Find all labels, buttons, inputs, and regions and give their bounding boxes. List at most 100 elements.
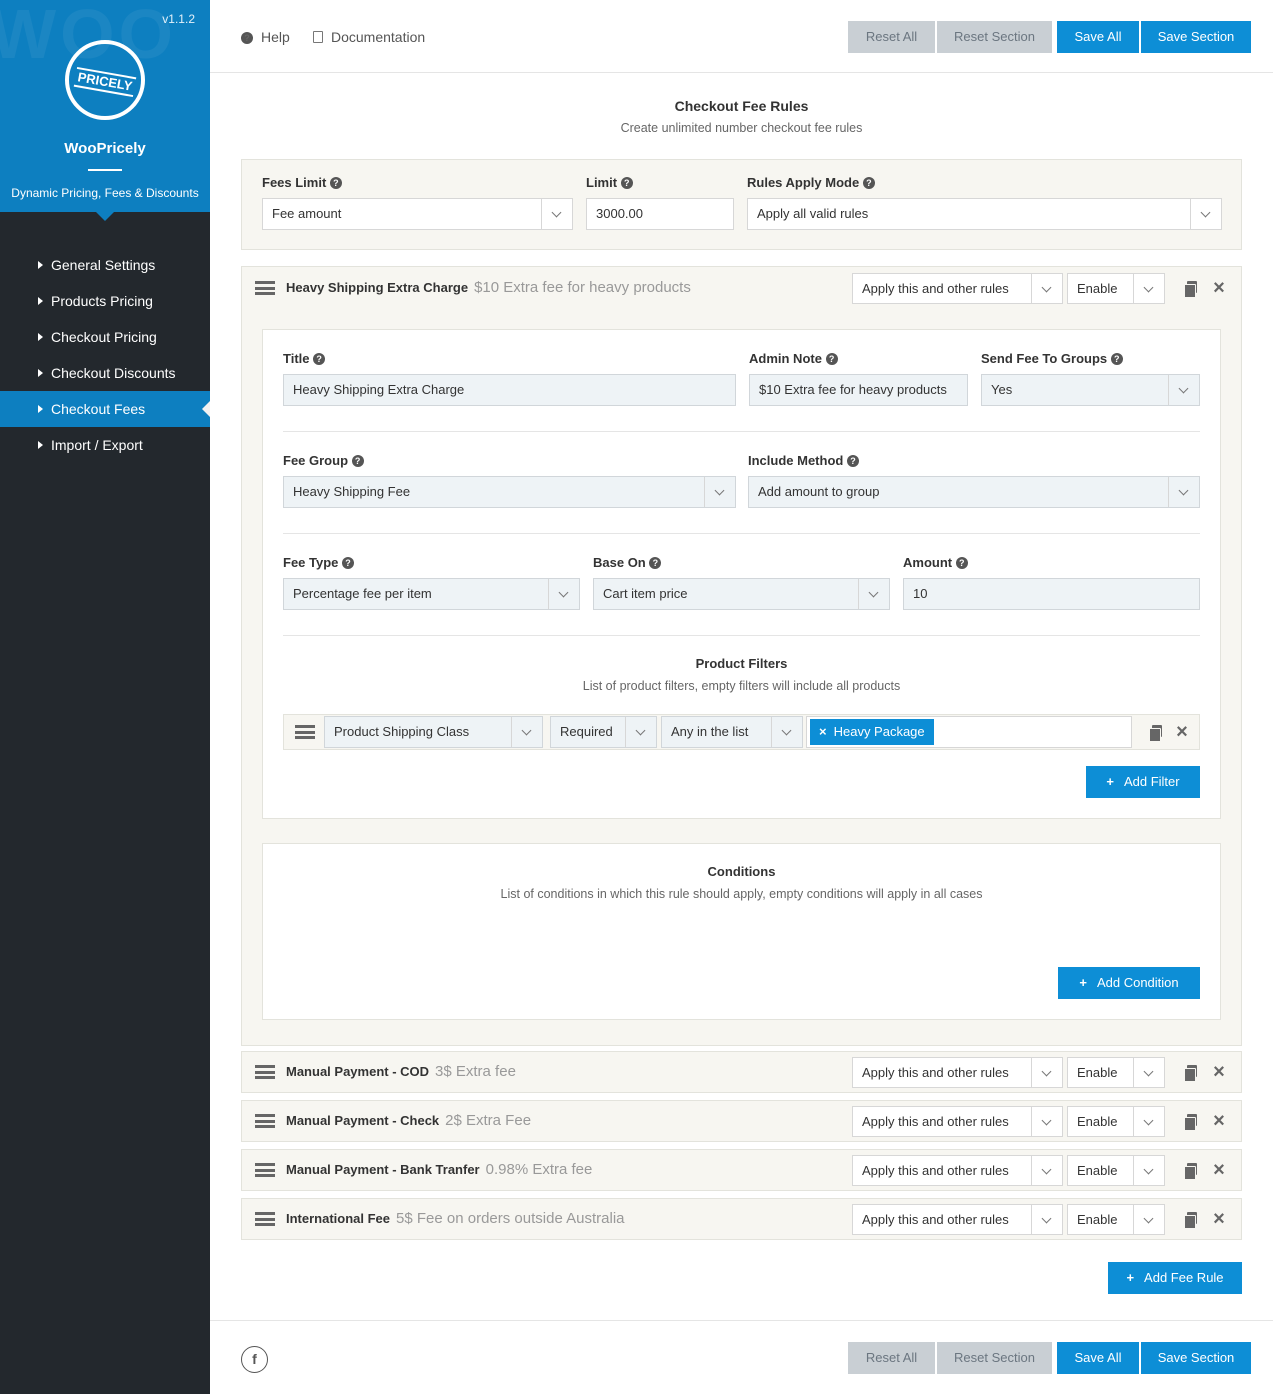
help-link[interactable]: ? Help xyxy=(241,29,290,45)
save-all-button[interactable]: Save All xyxy=(1057,21,1139,53)
save-section-button[interactable]: Save Section xyxy=(1141,1342,1251,1374)
rule-panel-collapsed[interactable]: Manual Payment - Check 2$ Extra Fee Apply… xyxy=(241,1100,1242,1142)
conditions-subtitle: List of conditions in which this rule sh… xyxy=(500,887,983,901)
rule-apply-select[interactable]: Apply this and other rules xyxy=(852,1155,1063,1186)
send-groups-label: Send Fee To Groups ? xyxy=(981,351,1123,366)
rule-apply-select[interactable]: Apply this and other rules xyxy=(852,1057,1063,1088)
sidebar-item-products-pricing[interactable]: Products Pricing xyxy=(0,283,210,319)
reset-all-button[interactable]: Reset All xyxy=(848,21,935,53)
rule-apply-select[interactable]: Apply this and other rules xyxy=(852,273,1063,304)
drag-handle-icon[interactable] xyxy=(255,281,275,295)
filter-match-select[interactable]: Any in the list xyxy=(661,716,803,748)
close-icon[interactable]: × xyxy=(1212,1160,1226,1180)
main-content: Checkout Fee Rules Create unlimited numb… xyxy=(210,74,1273,1320)
reset-section-button[interactable]: Reset Section xyxy=(937,21,1052,53)
sidebar-item-label: Products Pricing xyxy=(51,293,153,309)
rule-apply-select[interactable]: Apply this and other rules xyxy=(852,1204,1063,1235)
send-groups-select[interactable]: Yes xyxy=(981,374,1200,406)
sidebar-item-checkout-pricing[interactable]: Checkout Pricing xyxy=(0,319,210,355)
close-icon[interactable]: × xyxy=(1175,722,1189,742)
sidebar-nav: General Settings Products Pricing Checko… xyxy=(0,247,210,463)
copy-icon[interactable] xyxy=(1149,725,1162,742)
save-section-button[interactable]: Save Section xyxy=(1141,21,1251,53)
rule-status-select[interactable]: Enable xyxy=(1067,1106,1165,1137)
add-fee-rule-button[interactable]: + Add Fee Rule xyxy=(1108,1262,1242,1294)
drag-handle-icon[interactable] xyxy=(255,1114,275,1128)
rule-panel-collapsed[interactable]: Manual Payment - COD 3$ Extra fee Apply t… xyxy=(241,1051,1242,1093)
fees-limit-value: Fee amount xyxy=(272,206,342,221)
plus-icon: + xyxy=(1126,1270,1135,1285)
drag-handle-icon[interactable] xyxy=(255,1163,275,1177)
fee-type-label: Fee Type ? xyxy=(283,555,355,570)
copy-icon[interactable] xyxy=(1184,1065,1197,1082)
base-on-select[interactable]: Cart item price xyxy=(593,578,890,610)
include-method-select[interactable]: Add amount to group xyxy=(748,476,1200,508)
sidebar-item-general-settings[interactable]: General Settings xyxy=(0,247,210,283)
conditions-panel: Conditions List of conditions in which t… xyxy=(262,843,1221,1020)
title-input[interactable]: Heavy Shipping Extra Charge xyxy=(283,374,736,406)
facebook-icon[interactable]: f xyxy=(241,1346,268,1373)
close-icon[interactable]: × xyxy=(1212,1111,1226,1131)
rule-status-select[interactable]: Enable xyxy=(1067,273,1165,304)
sidebar-item-label: General Settings xyxy=(51,257,156,273)
sidebar-item-import-export[interactable]: Import / Export xyxy=(0,427,210,463)
reset-all-button[interactable]: Reset All xyxy=(848,1342,935,1374)
rule-title[interactable]: International Fee 5$ Fee on orders outsid… xyxy=(286,1210,625,1227)
rule-note: $10 Extra fee for heavy products xyxy=(474,279,691,296)
rule-title[interactable]: Manual Payment - Check 2$ Extra Fee xyxy=(286,1112,531,1129)
drag-handle-icon[interactable] xyxy=(255,1065,275,1079)
rule-panel-collapsed[interactable]: International Fee 5$ Fee on orders outsid… xyxy=(241,1198,1242,1240)
rule-status-select[interactable]: Enable xyxy=(1067,1204,1165,1235)
sidebar-item-checkout-discounts[interactable]: Checkout Discounts xyxy=(0,355,210,391)
apply-mode-select[interactable]: Apply all valid rules xyxy=(747,198,1222,230)
fees-limit-label-text: Fees Limit xyxy=(262,175,327,190)
sidebar-item-checkout-fees[interactable]: Checkout Fees xyxy=(0,391,210,427)
active-notch xyxy=(202,401,210,417)
add-fee-rule-label: Add Fee Rule xyxy=(1144,1270,1224,1285)
filter-tag[interactable]: × Heavy Package xyxy=(810,719,934,745)
rule-apply-select[interactable]: Apply this and other rules xyxy=(852,1106,1063,1137)
drag-handle-icon[interactable] xyxy=(295,725,315,739)
filter-type-select[interactable]: Product Shipping Class xyxy=(324,716,543,748)
amount-value: 10 xyxy=(913,586,928,601)
close-icon[interactable]: × xyxy=(1212,278,1226,298)
limit-input[interactable]: 3000.00 xyxy=(586,198,734,230)
drag-handle-icon[interactable] xyxy=(255,1212,275,1226)
save-all-button[interactable]: Save All xyxy=(1057,1342,1139,1374)
copy-icon[interactable] xyxy=(1184,1212,1197,1229)
brand-name: WooPricely xyxy=(64,140,146,157)
reset-section-button[interactable]: Reset Section xyxy=(937,1342,1052,1374)
title-value: Heavy Shipping Extra Charge xyxy=(293,382,465,397)
rule-status-select[interactable]: Enable xyxy=(1067,1155,1165,1186)
close-icon[interactable]: × xyxy=(1212,1209,1226,1229)
copy-icon[interactable] xyxy=(1184,1114,1197,1131)
rule-title[interactable]: Manual Payment - Bank Tranfer 0.98% Extra… xyxy=(286,1161,592,1178)
filter-values-input[interactable]: × Heavy Package xyxy=(806,716,1132,748)
fee-type-select[interactable]: Percentage fee per item xyxy=(283,578,580,610)
copy-icon[interactable] xyxy=(1184,281,1197,298)
document-icon xyxy=(313,31,323,43)
rule-panel-collapsed[interactable]: Manual Payment - Bank Tranfer 0.98% Extra… xyxy=(241,1149,1242,1191)
rule-status-select[interactable]: Enable xyxy=(1067,1057,1165,1088)
documentation-link[interactable]: Documentation xyxy=(313,29,425,45)
fee-group-select[interactable]: Heavy Shipping Fee xyxy=(283,476,736,508)
tag-remove-icon[interactable]: × xyxy=(819,724,827,739)
rule-note: 5$ Fee on orders outside Australia xyxy=(396,1210,625,1227)
filter-required-select[interactable]: Required xyxy=(550,716,657,748)
rule-title[interactable]: Manual Payment - COD 3$ Extra fee xyxy=(286,1063,516,1080)
add-condition-button[interactable]: + Add Condition xyxy=(1058,967,1200,999)
rule-apply-value: Apply this and other rules xyxy=(862,281,1009,296)
top-toolbar: ? Help Documentation Reset All Reset Sect… xyxy=(210,0,1273,73)
fee-group-label-text: Fee Group xyxy=(283,453,349,468)
fees-limit-select[interactable]: Fee amount xyxy=(262,198,573,230)
rule-title[interactable]: Heavy Shipping Extra Charge $10 Extra fee… xyxy=(286,279,691,296)
chevron-down-icon xyxy=(1133,1107,1164,1136)
rule-apply-value: Apply this and other rules xyxy=(862,1065,1009,1080)
copy-icon[interactable] xyxy=(1184,1163,1197,1180)
admin-note-input[interactable]: $10 Extra fee for heavy products xyxy=(749,374,968,406)
sidebar-item-label: Checkout Pricing xyxy=(51,329,157,345)
amount-input[interactable]: 10 xyxy=(903,578,1200,610)
add-filter-button[interactable]: + Add Filter xyxy=(1086,766,1200,798)
close-icon[interactable]: × xyxy=(1212,1062,1226,1082)
chevron-down-icon xyxy=(1133,1156,1164,1185)
